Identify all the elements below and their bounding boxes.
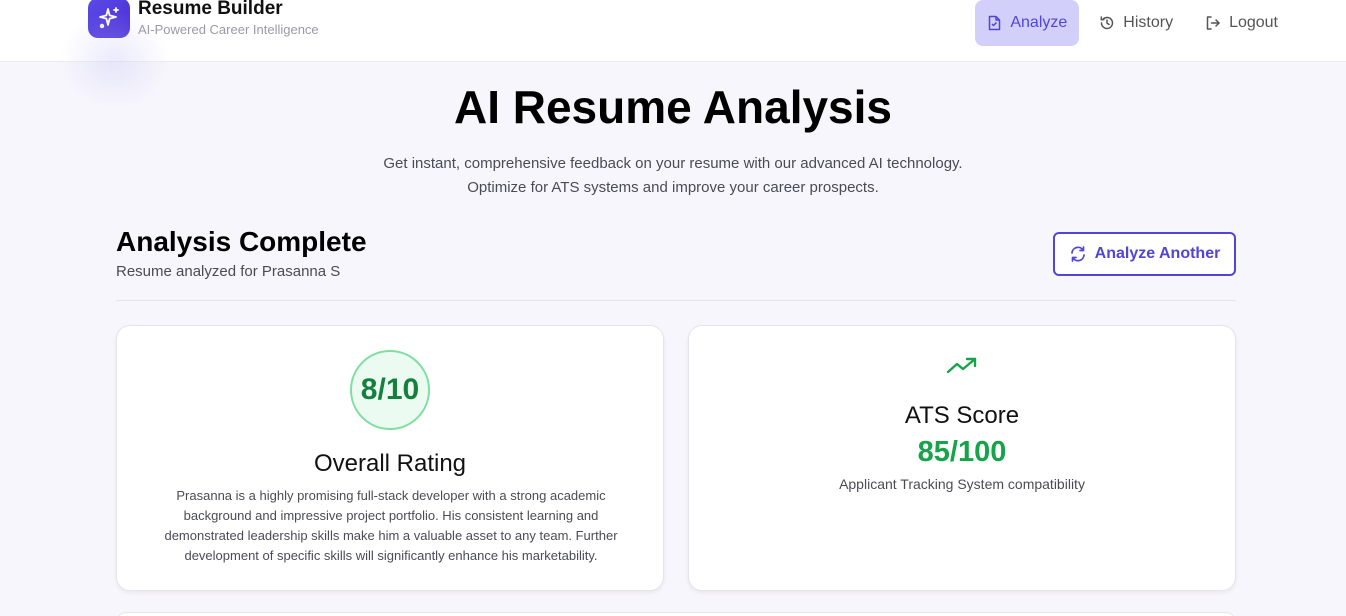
main-nav: Analyze History Logout — [967, 0, 1290, 46]
brand-subtitle: AI-Powered Career Intelligence — [138, 22, 319, 37]
analyze-another-label: Analyze Another — [1094, 245, 1221, 262]
document-icon — [989, 15, 1001, 31]
overall-rating-summary: Prasanna is a highly promising full-stac… — [164, 488, 618, 563]
refresh-icon — [1070, 246, 1085, 262]
page-description-line-1: Get instant, comprehensive feedback on y… — [383, 155, 963, 172]
ats-score-heading: ATS Score — [904, 402, 1020, 429]
nav-analyze[interactable]: Analyze — [975, 0, 1080, 46]
analyze-another-button[interactable]: Analyze Another — [1053, 232, 1236, 276]
rating-score-badge: 8/10 — [350, 350, 430, 430]
history-icon — [1100, 16, 1114, 30]
sparkles-icon — [88, 0, 130, 38]
nav-logout[interactable]: Logout — [1193, 0, 1290, 46]
section-divider — [116, 300, 1236, 301]
analysis-subtitle: Resume analyzed for Prasanna S — [116, 263, 341, 280]
page-description-line-2: Optimize for ATS systems and improve you… — [467, 179, 879, 196]
ats-score-value: 85/100 — [917, 436, 1007, 468]
logout-icon — [1206, 16, 1220, 30]
ats-score-caption: Applicant Tracking System compatibility — [839, 476, 1085, 492]
overall-rating-card: 8/10 Overall Rating Prasanna is a highly… — [116, 325, 664, 591]
page-title: AI Resume Analysis — [453, 81, 893, 133]
nav-history-label: History — [1123, 14, 1174, 31]
page-description: Get instant, comprehensive feedback on y… — [0, 152, 1346, 200]
ats-score-card: ATS Score 85/100 Applicant Tracking Syst… — [688, 325, 1236, 591]
brand[interactable]: Resume Builder AI-Powered Career Intelli… — [88, 0, 319, 38]
top-navbar: Resume Builder AI-Powered Career Intelli… — [0, 0, 1346, 62]
trending-up-icon — [946, 357, 977, 374]
nav-history[interactable]: History — [1087, 0, 1185, 46]
nav-logout-label: Logout — [1229, 14, 1278, 31]
brand-title: Resume Builder — [138, 0, 283, 19]
nav-analyze-label: Analyze — [1010, 14, 1068, 31]
next-section-card — [116, 612, 1236, 616]
overall-rating-heading: Overall Rating — [313, 450, 467, 477]
analysis-title: Analysis Complete — [116, 226, 367, 257]
